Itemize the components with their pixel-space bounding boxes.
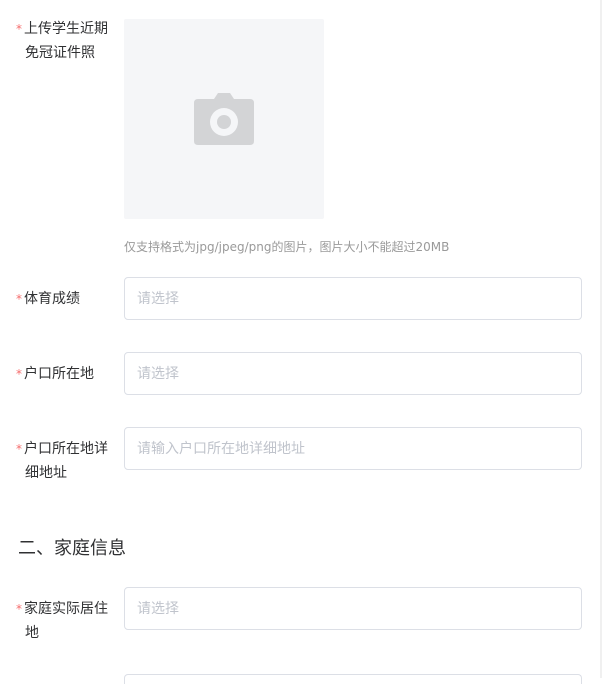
required-mark: * (16, 442, 22, 456)
hukou-address-label-line1: 户口所在地详 (24, 441, 108, 457)
hukou-location-placeholder: 请选择 (137, 366, 179, 382)
family-residence-placeholder: 请选择 (137, 601, 179, 617)
required-mark: * (16, 602, 22, 616)
required-mark: * (16, 22, 22, 36)
hukou-location-label-text: 户口所在地 (24, 366, 94, 382)
hukou-address-label: * 户口所在地详 细地址 (16, 437, 116, 485)
photo-upload-label-line1: 上传学生近期 (24, 21, 108, 37)
hukou-location-select[interactable]: 请选择 (124, 352, 582, 395)
pe-score-label: * 体育成绩 (16, 287, 116, 311)
family-residence-label: * 家庭实际居住 地 (16, 597, 116, 645)
hukou-address-label-line2: 细地址 (25, 465, 67, 481)
family-residence-label-line2: 地 (25, 625, 39, 641)
photo-upload-box[interactable] (124, 19, 324, 219)
section-title-family-info: 二、家庭信息 (18, 538, 126, 559)
pe-score-placeholder: 请选择 (137, 291, 179, 307)
photo-upload-label: * 上传学生近期 免冠证件照 (16, 17, 116, 65)
photo-upload-hint: 仅支持格式为jpg/jpeg/png的图片，图片大小不能超过20MB (124, 240, 450, 254)
required-mark: * (16, 367, 22, 381)
camera-icon (194, 93, 254, 145)
family-residence-select[interactable]: 请选择 (124, 587, 582, 630)
photo-upload-label-line2: 免冠证件照 (25, 45, 95, 61)
pe-score-label-text: 体育成绩 (24, 291, 80, 307)
required-mark: * (16, 292, 22, 306)
hukou-address-input[interactable]: 请输入户口所在地详细地址 (124, 427, 582, 470)
hukou-address-placeholder: 请输入户口所在地详细地址 (137, 441, 305, 457)
hukou-location-label: * 户口所在地 (16, 362, 116, 386)
next-field-partial[interactable] (124, 674, 582, 684)
family-residence-label-line1: 家庭实际居住 (24, 601, 108, 617)
pe-score-select[interactable]: 请选择 (124, 277, 582, 320)
